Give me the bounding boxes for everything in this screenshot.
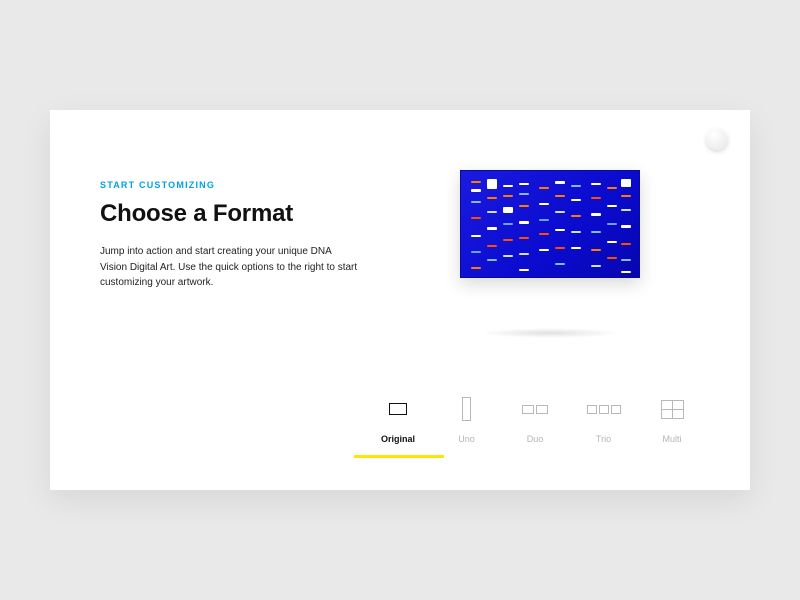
eyebrow-label: START CUSTOMIZING [100,180,360,190]
text-panel: START CUSTOMIZING Choose a Format Jump i… [100,170,360,338]
format-duo-icon [522,396,548,422]
content-row: START CUSTOMIZING Choose a Format Jump i… [100,170,700,338]
page-title: Choose a Format [100,200,360,228]
artwork-preview [460,170,640,278]
format-option-multi[interactable]: Multi [644,396,700,458]
format-option-duo[interactable]: Duo [507,396,563,458]
format-uno-icon [462,396,471,422]
description-text: Jump into action and start creating your… [100,244,360,291]
format-original-icon [389,396,407,422]
format-option-label: Original [381,434,415,444]
format-option-uno[interactable]: Uno [439,396,495,458]
format-multi-icon [661,396,683,422]
format-option-label: Multi [662,434,681,444]
preview-panel [400,170,700,338]
customizer-card: START CUSTOMIZING Choose a Format Jump i… [50,110,750,490]
format-option-label: Duo [527,434,544,444]
format-option-original[interactable]: Original [370,396,426,458]
format-option-label: Trio [596,434,611,444]
preview-shadow [480,328,620,338]
close-button[interactable] [706,128,728,150]
format-options: Original Uno Duo Trio Multi [370,396,700,458]
format-option-label: Uno [458,434,475,444]
format-trio-icon [587,396,621,422]
format-option-trio[interactable]: Trio [576,396,632,458]
